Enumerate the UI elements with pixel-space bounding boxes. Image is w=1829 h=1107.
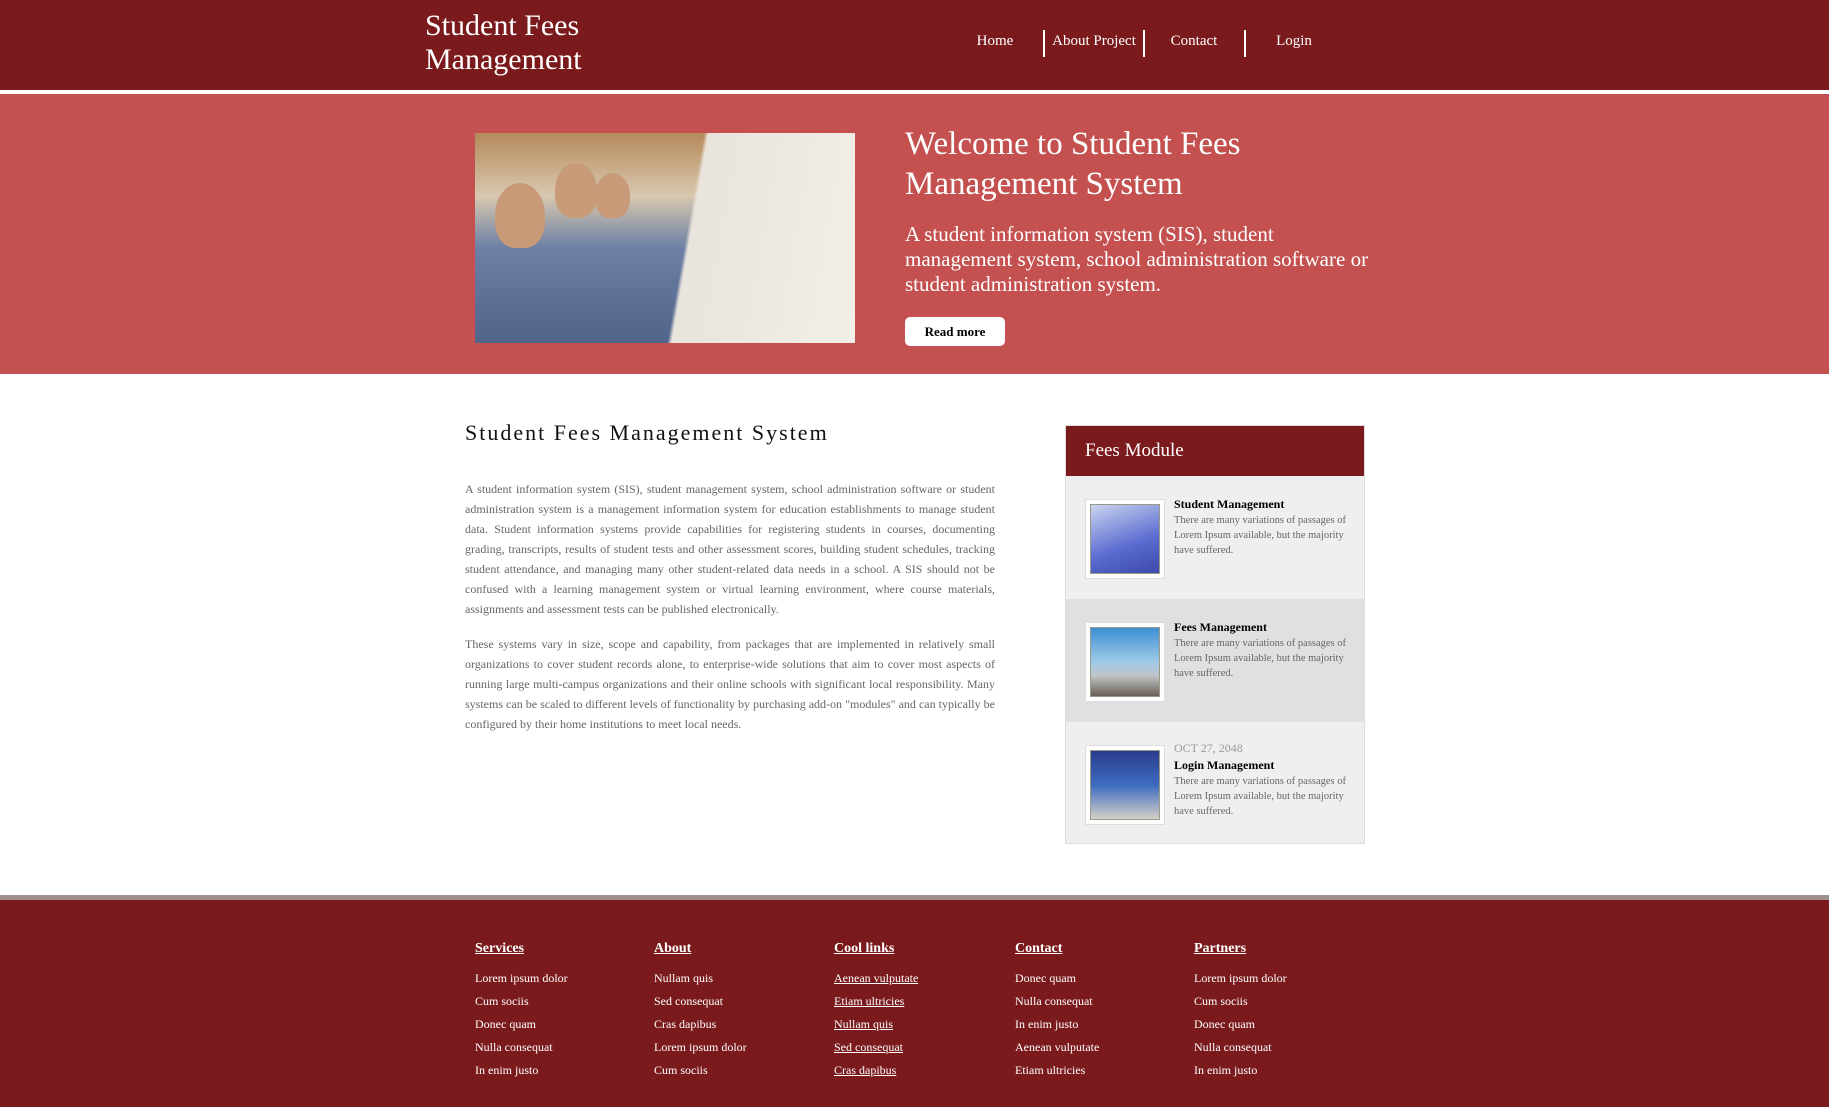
footer-column-services: Services Lorem ipsum dolor Cum sociis Do… bbox=[475, 941, 655, 1082]
footer-heading[interactable]: Cool links bbox=[834, 941, 1014, 957]
footer-column-cool-links: Cool links Aenean vulputate Etiam ultric… bbox=[834, 941, 1014, 1082]
footer-link[interactable]: Cras dapibus bbox=[834, 1059, 1014, 1082]
footer-item: Sed consequat bbox=[654, 994, 723, 1008]
module-item-fees-management[interactable]: Fees Management There are many variation… bbox=[1066, 599, 1364, 722]
footer-item: Cum sociis bbox=[1194, 994, 1248, 1008]
item-date: OCT 27, 2048 bbox=[1174, 741, 1243, 755]
footer-link[interactable]: Etiam ultricies bbox=[834, 990, 1014, 1013]
footer: Services Lorem ipsum dolor Cum sociis Do… bbox=[0, 900, 1829, 1107]
item-text: There are many variations of passages of… bbox=[1174, 776, 1347, 817]
main-paragraph: These systems vary in size, scope and ca… bbox=[465, 637, 995, 731]
footer-item: Cum sociis bbox=[475, 994, 529, 1008]
hero-text: A student information system (SIS), stud… bbox=[905, 222, 1369, 296]
footer-item: Donec quam bbox=[475, 1017, 536, 1031]
footer-column-contact: Contact Donec quam Nulla consequat In en… bbox=[1015, 941, 1195, 1082]
footer-link[interactable]: Aenean vulputate bbox=[834, 967, 1014, 990]
main-title: Student Fees Management System bbox=[465, 420, 829, 445]
footer-item: Nulla consequat bbox=[475, 1040, 553, 1054]
fees-module-panel: Fees Module Student Management There are… bbox=[1065, 425, 1365, 844]
hero-image-students bbox=[475, 133, 855, 343]
footer-heading[interactable]: About bbox=[654, 941, 834, 957]
footer-link[interactable]: Nullam quis bbox=[834, 1013, 1014, 1036]
footer-heading[interactable]: Partners bbox=[1194, 941, 1374, 957]
read-more-button[interactable]: Read more bbox=[905, 317, 1005, 346]
footer-item: Lorem ipsum dolor bbox=[1194, 971, 1287, 985]
footer-item: In enim justo bbox=[1194, 1063, 1258, 1077]
header bbox=[0, 0, 1829, 90]
item-text: There are many variations of passages of… bbox=[1174, 515, 1347, 556]
footer-item: Donec quam bbox=[1194, 1017, 1255, 1031]
footer-item: Etiam ultricies bbox=[1015, 1063, 1086, 1077]
footer-item: In enim justo bbox=[475, 1063, 539, 1077]
footer-item: Donec quam bbox=[1015, 971, 1076, 985]
nav-home[interactable]: Home bbox=[945, 33, 1045, 50]
item-text: There are many variations of passages of… bbox=[1174, 638, 1347, 679]
footer-item: Lorem ipsum dolor bbox=[475, 971, 568, 985]
footer-item: Nulla consequat bbox=[1015, 994, 1093, 1008]
hero-title: Welcome to Student Fees Management Syste… bbox=[905, 126, 1241, 202]
nav-login[interactable]: Login bbox=[1244, 33, 1344, 50]
item-title[interactable]: Student Management bbox=[1174, 497, 1284, 512]
footer-item: Nulla consequat bbox=[1194, 1040, 1272, 1054]
item-title[interactable]: Fees Management bbox=[1174, 620, 1267, 635]
main-paragraph: A student information system (SIS), stud… bbox=[465, 482, 995, 616]
module-item-student-management[interactable]: Student Management There are many variat… bbox=[1066, 476, 1364, 599]
footer-item: Nullam quis bbox=[654, 971, 713, 985]
footer-item: Cum sociis bbox=[654, 1063, 708, 1077]
footer-item: Lorem ipsum dolor bbox=[654, 1040, 747, 1054]
footer-heading[interactable]: Services bbox=[475, 941, 655, 957]
footer-link[interactable]: Sed consequat bbox=[834, 1036, 1014, 1059]
panel-title: Fees Module bbox=[1066, 426, 1364, 476]
thumbnail-image bbox=[1085, 745, 1165, 825]
footer-item: Cras dapibus bbox=[654, 1017, 717, 1031]
thumbnail-image bbox=[1085, 622, 1165, 702]
item-title[interactable]: Login Management bbox=[1174, 758, 1274, 773]
site-title: Student Fees Management bbox=[425, 9, 582, 76]
footer-item: Aenean vulputate bbox=[1015, 1040, 1100, 1054]
footer-item: In enim justo bbox=[1015, 1017, 1079, 1031]
module-item-login-management[interactable]: OCT 27, 2048 Login Management There are … bbox=[1066, 722, 1364, 845]
nav-about-project[interactable]: About Project bbox=[1044, 33, 1144, 50]
nav-contact[interactable]: Contact bbox=[1144, 33, 1244, 50]
footer-heading[interactable]: Contact bbox=[1015, 941, 1195, 957]
footer-column-about: About Nullam quis Sed consequat Cras dap… bbox=[654, 941, 834, 1082]
footer-column-partners: Partners Lorem ipsum dolor Cum sociis Do… bbox=[1194, 941, 1374, 1082]
thumbnail-image bbox=[1085, 499, 1165, 579]
